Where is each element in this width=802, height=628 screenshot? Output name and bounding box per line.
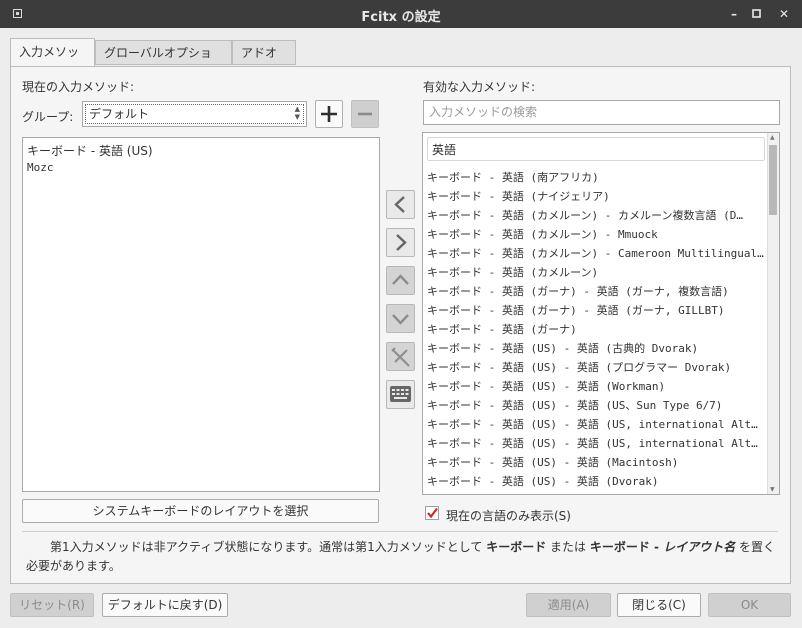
list-item[interactable]: キーボード - 英語 (ガーナ) bbox=[427, 321, 764, 337]
select-system-keyboard-layout-button[interactable]: システムキーボードのレイアウトを選択 bbox=[22, 499, 379, 523]
window-title: Fcitx の設定 bbox=[361, 10, 441, 25]
move-left-button[interactable] bbox=[386, 190, 415, 219]
plus-icon bbox=[321, 106, 337, 122]
updown-arrow-icon: ▲ ▼ bbox=[294, 105, 300, 121]
divider bbox=[22, 531, 778, 532]
info-text: 第1入力メソッドは非アクティブ状態になります。通常は第1入力メソッドとして bbox=[50, 540, 487, 554]
chevron-left-icon bbox=[394, 196, 405, 213]
maximize-icon[interactable] bbox=[748, 5, 766, 23]
move-right-button[interactable] bbox=[386, 228, 415, 257]
move-up-button[interactable] bbox=[386, 266, 415, 295]
restore-defaults-button[interactable]: デフォルトに戻す(D) bbox=[102, 593, 228, 617]
current-im-heading: 現在の入力メソッド: bbox=[22, 80, 135, 94]
available-im-list[interactable]: 英語 キーボード - 英語 (南アフリカ) キーボード - 英語 (ナイジェリア… bbox=[422, 132, 780, 495]
group-select[interactable]: デフォルト ▲ ▼ bbox=[82, 101, 307, 127]
remove-group-button[interactable] bbox=[351, 100, 379, 128]
im-search-input[interactable]: 入力メソッドの検索 bbox=[423, 100, 780, 125]
list-item[interactable]: キーボード - 英語 (US) - 英語 (古典的 Dvorak) bbox=[427, 340, 764, 356]
current-language-only-label[interactable]: 現在の言語のみ表示(S) bbox=[446, 507, 571, 524]
list-item[interactable]: キーボード - 英語 (ガーナ) - 英語 (ガーナ, GILLBT) bbox=[427, 302, 764, 318]
list-item[interactable]: キーボード - 英語 (US) bbox=[27, 142, 153, 159]
chevron-right-icon bbox=[396, 234, 407, 251]
configure-button[interactable] bbox=[386, 342, 415, 371]
list-item[interactable]: キーボード - 英語 (南アフリカ) bbox=[427, 169, 764, 185]
info-message: 第1入力メソッドは非アクティブ状態になります。通常は第1入力メソッドとして キー… bbox=[26, 538, 780, 576]
list-item[interactable]: キーボード - 英語 (カメルーン) bbox=[427, 264, 764, 280]
info-keyword: キーボード bbox=[486, 540, 547, 554]
scroll-down-icon[interactable]: ▼ bbox=[770, 486, 775, 493]
list-item[interactable]: キーボード - 英語 (US) - 英語 (US, international … bbox=[427, 416, 764, 432]
language-group-label: 英語 bbox=[432, 143, 457, 157]
info-text: または bbox=[546, 540, 590, 554]
current-im-list[interactable]: キーボード - 英語 (US) Mozc bbox=[22, 137, 380, 492]
tab-global-options[interactable]: グローバルオプション bbox=[95, 40, 232, 85]
group-label: グループ: bbox=[22, 110, 74, 124]
vertical-scrollbar[interactable]: ▲ ▼ bbox=[767, 133, 779, 494]
keyboard-icon bbox=[390, 386, 411, 402]
tab-addons[interactable]: アドオン bbox=[232, 40, 296, 85]
chevron-up-icon bbox=[392, 274, 409, 285]
move-down-button[interactable] bbox=[386, 304, 415, 333]
close-icon[interactable]: ✕ bbox=[775, 5, 793, 23]
list-item[interactable]: キーボード - 英語 (カメルーン) - カメルーン複数言語 (D… bbox=[427, 207, 764, 223]
minus-icon bbox=[358, 112, 372, 116]
apply-button[interactable]: 適用(A) bbox=[526, 593, 611, 617]
list-item[interactable]: キーボード - 英語 (US) - 英語 (US, international … bbox=[427, 435, 764, 451]
minimize-icon[interactable]: – bbox=[725, 5, 743, 23]
tools-icon bbox=[391, 347, 410, 367]
scroll-up-icon[interactable]: ▲ bbox=[770, 134, 775, 141]
list-item[interactable]: キーボード - 英語 (US) - 英語 (US、Sun Type 6/7) bbox=[427, 397, 764, 413]
list-item[interactable]: キーボード - 英語 (カメルーン) - Mmuock bbox=[427, 226, 764, 242]
reset-button[interactable]: リセット(R) bbox=[10, 593, 94, 617]
list-item[interactable]: キーボード - 英語 (ナイジェリア) bbox=[427, 188, 764, 204]
info-keyword: キーボード - bbox=[589, 540, 664, 554]
group-select-value: デフォルト bbox=[85, 104, 304, 124]
available-im-heading: 有効な入力メソッド: bbox=[423, 80, 536, 94]
chevron-down-icon bbox=[392, 314, 409, 325]
checkmark-icon bbox=[427, 507, 438, 519]
language-group-header[interactable]: 英語 bbox=[427, 137, 765, 161]
scrollbar-thumb[interactable] bbox=[769, 145, 777, 215]
list-item[interactable]: キーボード - 英語 (カメルーン) - Cameroon Multilingu… bbox=[427, 245, 764, 261]
tab-input-method[interactable]: 入力メソッド bbox=[10, 38, 95, 86]
ok-button[interactable]: OK bbox=[708, 593, 791, 617]
list-item[interactable]: キーボード - 英語 (US) - 英語 (Workman) bbox=[427, 378, 764, 394]
title-bar: Fcitx の設定 – ✕ bbox=[0, 0, 802, 28]
close-button[interactable]: 閉じる(C) bbox=[617, 593, 701, 617]
list-item[interactable]: キーボード - 英語 (US) - 英語 (プログラマー Dvorak) bbox=[427, 359, 764, 375]
current-language-only-checkbox[interactable] bbox=[425, 506, 439, 520]
add-group-button[interactable] bbox=[315, 100, 343, 128]
info-keyword-italic: レイアウト名 bbox=[663, 540, 736, 554]
list-item[interactable]: Mozc bbox=[27, 161, 54, 174]
list-item[interactable]: キーボード - 英語 (US) - 英語 (Dvorak) bbox=[427, 473, 764, 489]
list-item[interactable]: キーボード - 英語 (ガーナ) - 英語 (ガーナ, 複数言語) bbox=[427, 283, 764, 299]
list-item[interactable]: キーボード - 英語 (US) - 英語 (Macintosh) bbox=[427, 454, 764, 470]
keyboard-layout-button[interactable] bbox=[386, 380, 415, 409]
